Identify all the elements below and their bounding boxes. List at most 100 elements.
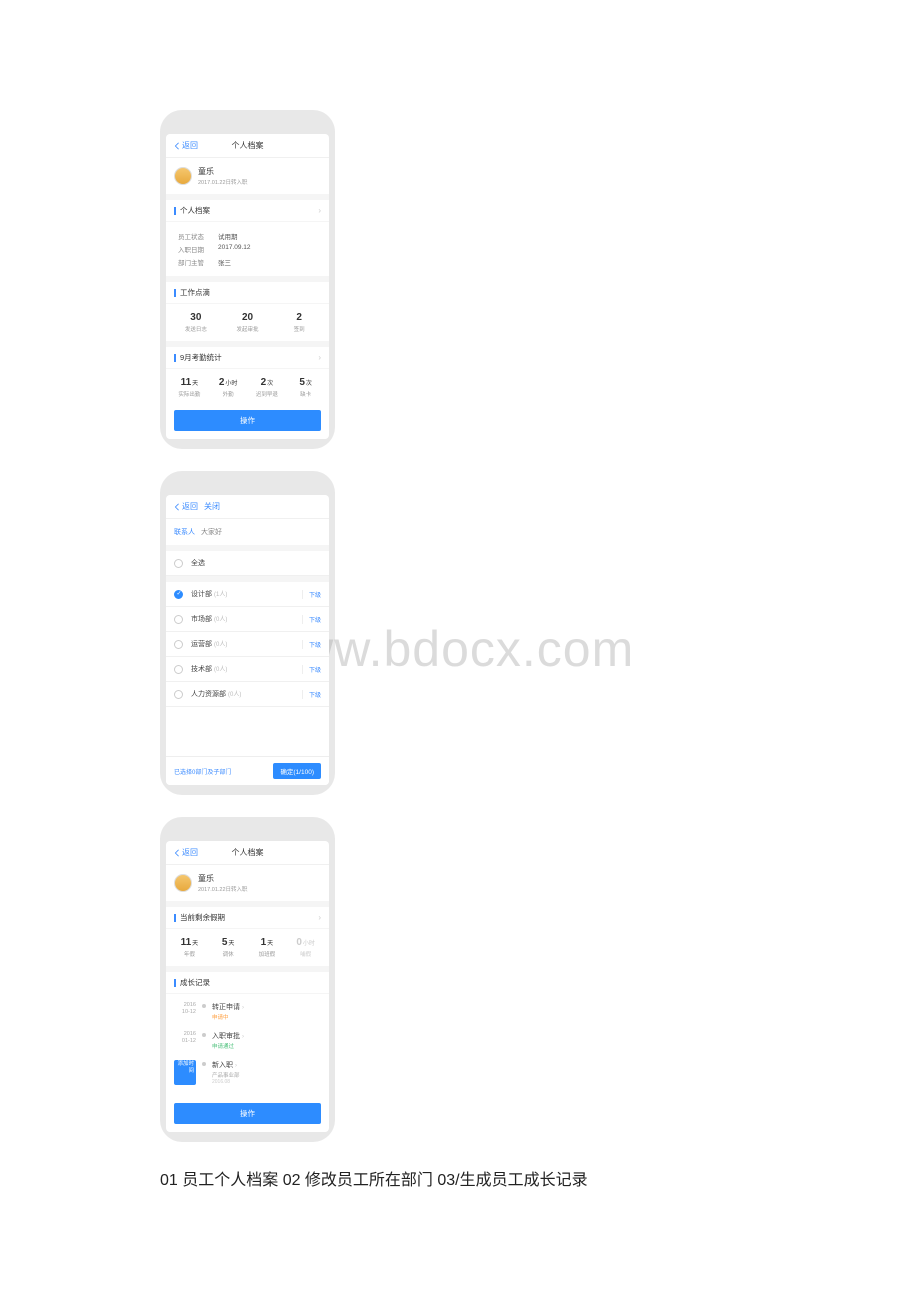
stat-num: 2 <box>296 312 302 323</box>
timeline-item[interactable]: 201601-12入职审批›申请通过 <box>174 1031 321 1050</box>
back-label: 返回 <box>182 847 198 858</box>
profile-name: 童乐 <box>198 166 248 177</box>
kv-list: 员工状态试用期 入职日期2017.09.12 部门主管张三 <box>166 222 329 276</box>
tl-title: 新入职› <box>212 1060 240 1070</box>
dept-name: 人力资源部(0人) <box>191 689 302 699</box>
section-work: 工作点滴 <box>166 276 329 304</box>
kv-row: 员工状态试用期 <box>178 231 317 241</box>
chevron-right-icon: › <box>318 206 321 215</box>
footer: 已选择0部门及子部门 确定(1/100) <box>166 756 329 785</box>
dept-name: 市场部(0人) <box>191 614 302 624</box>
stat[interactable]: 2次迟到早退 <box>248 377 287 398</box>
dept-name: 技术部(0人) <box>191 664 302 674</box>
chevron-right-icon: › <box>318 913 321 922</box>
dept-count: (1人) <box>214 592 227 598</box>
sub-link[interactable]: 下级 <box>302 590 321 599</box>
radio[interactable] <box>174 590 183 599</box>
stat[interactable]: 5天调休 <box>209 937 248 958</box>
dept-item[interactable]: 设计部(1人)下级 <box>166 582 329 607</box>
stat-unit: 天 <box>228 941 234 947</box>
profile-row: 童乐 2017.01.22日转入职 <box>166 865 329 901</box>
chevron-right-icon: › <box>242 1005 244 1011</box>
dept-name: 设计部(1人) <box>191 589 302 599</box>
kv-row: 部门主管张三 <box>178 257 317 267</box>
radio[interactable] <box>174 615 183 624</box>
stat-num: 2 <box>261 377 267 388</box>
dept-item[interactable]: 人力资源部(0人)下级 <box>166 682 329 707</box>
footer-summary[interactable]: 已选择0部门及子部门 <box>174 767 231 776</box>
tl-title: 转正申请› <box>212 1002 244 1012</box>
back-button[interactable]: 返回 <box>174 847 198 858</box>
stat-num: 5 <box>222 937 228 948</box>
stat-label: 调休 <box>209 950 248 958</box>
work-stats: 30发送日志 20发起审批 2签到 <box>166 304 329 341</box>
section-work-title: 工作点滴 <box>180 287 321 298</box>
screen-1: 返回 个人档案 童乐 2017.01.22日转入职 个人档案 › 员工状态试用期… <box>166 134 329 439</box>
dept-list: 设计部(1人)下级市场部(0人)下级运营部(0人)下级技术部(0人)下级人力资源… <box>166 582 329 707</box>
chevron-right-icon: › <box>242 1034 244 1040</box>
stat[interactable]: 2签到 <box>273 312 325 333</box>
stat[interactable]: 30发送日志 <box>170 312 222 333</box>
chevron-right-icon: › <box>318 353 321 362</box>
stat[interactable]: 1天加班假 <box>248 937 287 958</box>
page-title: 个人档案 <box>232 140 264 151</box>
leave-stats: 11天年假 5天调休 1天加班假 0小时哺假 <box>166 929 329 966</box>
back-button[interactable]: 返回 <box>174 501 198 512</box>
dept-item[interactable]: 市场部(0人)下级 <box>166 607 329 632</box>
stat[interactable]: 20发起审批 <box>222 312 274 333</box>
dept-count: (0人) <box>214 642 227 648</box>
section-profile-title: 个人档案 <box>180 205 318 216</box>
radio[interactable] <box>174 559 183 568</box>
back-button[interactable]: 返回 <box>174 140 198 151</box>
section-attend[interactable]: 9月考勤统计 › <box>166 341 329 369</box>
stat[interactable]: 0小时哺假 <box>286 937 325 958</box>
action-button[interactable]: 操作 <box>174 410 321 431</box>
action-button[interactable]: 操作 <box>174 1103 321 1124</box>
stat[interactable]: 11天实际出勤 <box>170 377 209 398</box>
tl-dot <box>202 1033 206 1037</box>
kv-key: 入职日期 <box>178 244 210 254</box>
dept-count: (0人) <box>228 692 241 698</box>
tl-sub: 产品事业部 <box>212 1071 240 1079</box>
sub-link[interactable]: 下级 <box>302 665 321 674</box>
section-attend-title: 9月考勤统计 <box>180 352 318 363</box>
select-all-item[interactable]: 全选 <box>166 551 329 576</box>
dept-item[interactable]: 技术部(0人)下级 <box>166 657 329 682</box>
sub-link[interactable]: 下级 <box>302 640 321 649</box>
stat-unit: 小时 <box>303 941 315 947</box>
stat-label: 实际出勤 <box>170 390 209 398</box>
timeline-item[interactable]: 201610-12转正申请›申请中 <box>174 1002 321 1021</box>
section-growth: 成长记录 <box>166 966 329 994</box>
select-all-label: 全选 <box>191 558 321 568</box>
sub-link[interactable]: 下级 <box>302 615 321 624</box>
page-title: 个人档案 <box>232 847 264 858</box>
back-label: 返回 <box>182 501 198 512</box>
stat-unit: 次 <box>267 381 273 387</box>
timeline-item[interactable]: 添加时间新入职›产品事业部2016.08 <box>174 1060 321 1085</box>
phone-2: 返回 关闭 联系人 大家好 全选 设计部(1人)下级市场部(0人)下级运营部(0… <box>160 471 335 795</box>
section-leave[interactable]: 当前剩余假期 › <box>166 901 329 929</box>
contact-row: 联系人 大家好 <box>166 519 329 551</box>
radio[interactable] <box>174 640 183 649</box>
confirm-button[interactable]: 确定(1/100) <box>273 763 321 779</box>
close-button[interactable]: 关闭 <box>204 501 220 512</box>
radio[interactable] <box>174 665 183 674</box>
stat-num: 5 <box>299 377 305 388</box>
section-profile[interactable]: 个人档案 › <box>166 194 329 222</box>
stat[interactable]: 2小时外勤 <box>209 377 248 398</box>
stat-label: 加班假 <box>248 950 287 958</box>
radio[interactable] <box>174 690 183 699</box>
tl-sub2: 2016.08 <box>212 1079 240 1085</box>
sub-link[interactable]: 下级 <box>302 690 321 699</box>
stat[interactable]: 11天年假 <box>170 937 209 958</box>
header: 返回 个人档案 <box>166 134 329 158</box>
section-growth-title: 成长记录 <box>180 977 321 988</box>
stat-unit: 天 <box>192 941 198 947</box>
stat[interactable]: 5次缺卡 <box>286 377 325 398</box>
profile-sub: 2017.01.22日转入职 <box>198 885 248 893</box>
kv-row: 入职日期2017.09.12 <box>178 244 317 254</box>
profile-row: 童乐 2017.01.22日转入职 <box>166 158 329 194</box>
dept-item[interactable]: 运营部(0人)下级 <box>166 632 329 657</box>
section-leave-title: 当前剩余假期 <box>180 912 318 923</box>
tl-body: 转正申请›申请中 <box>212 1002 244 1021</box>
